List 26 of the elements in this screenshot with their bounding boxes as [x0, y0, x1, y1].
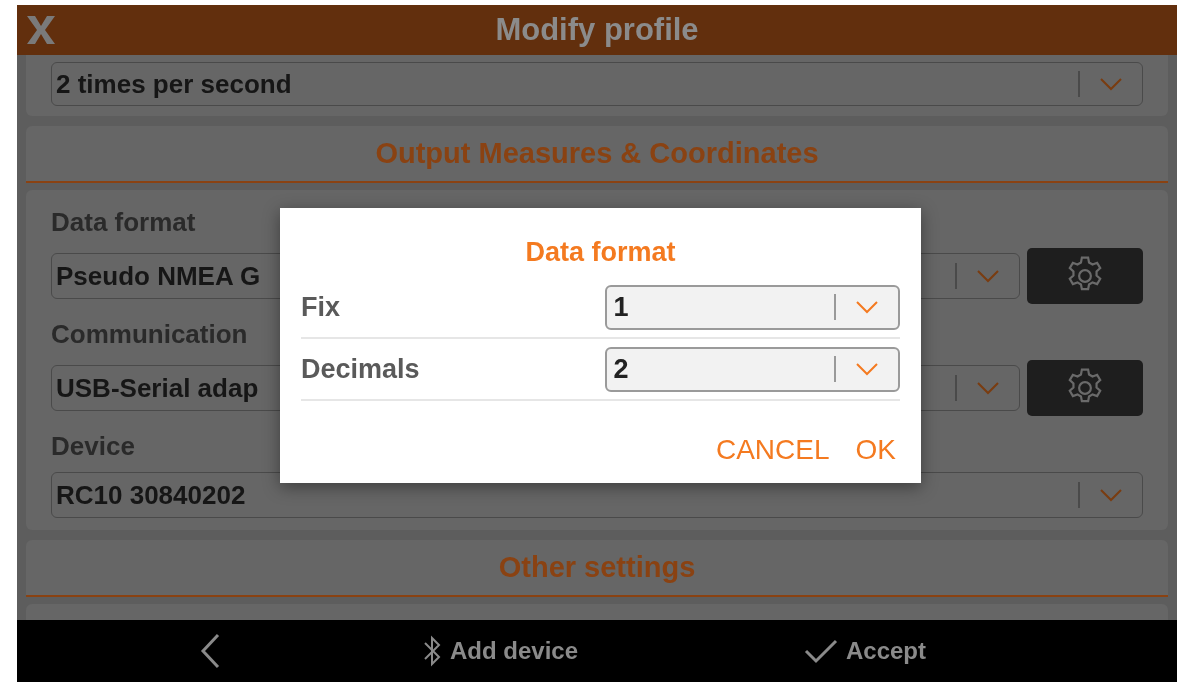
field-label: Data format [51, 206, 196, 239]
chevron-down-icon [1099, 77, 1123, 91]
check-icon [804, 638, 838, 664]
section-title: Output Measures & Coordinates [375, 135, 819, 171]
chevron-down-icon [976, 269, 1000, 283]
field-label: Communication [51, 318, 248, 351]
field-label: Decimals [301, 352, 421, 386]
dropdown-field[interactable]: 1 [605, 284, 900, 330]
logo-icon [24, 13, 58, 47]
chevron-down-icon [855, 300, 879, 314]
back-icon [199, 633, 221, 669]
bluetooth-icon [421, 634, 442, 668]
field-label: Fix [301, 290, 341, 324]
settings-button[interactable] [1027, 248, 1143, 304]
accept-button[interactable]: Accept [597, 620, 1133, 682]
dropdown-field[interactable]: 2 [605, 346, 900, 392]
section-title: Other settings [498, 549, 696, 585]
add-device-button[interactable]: Add device [403, 620, 597, 682]
field-label: Device [51, 430, 135, 463]
dialog-title: Data format [524, 236, 677, 269]
header-title: Modify profile [495, 10, 699, 49]
dropdown-field[interactable]: 2 times per second [51, 62, 1143, 106]
chevron-down-icon [976, 381, 1000, 395]
chevron-down-icon [1099, 488, 1123, 502]
settings-button[interactable] [1027, 360, 1143, 416]
chevron-down-icon [855, 362, 879, 376]
